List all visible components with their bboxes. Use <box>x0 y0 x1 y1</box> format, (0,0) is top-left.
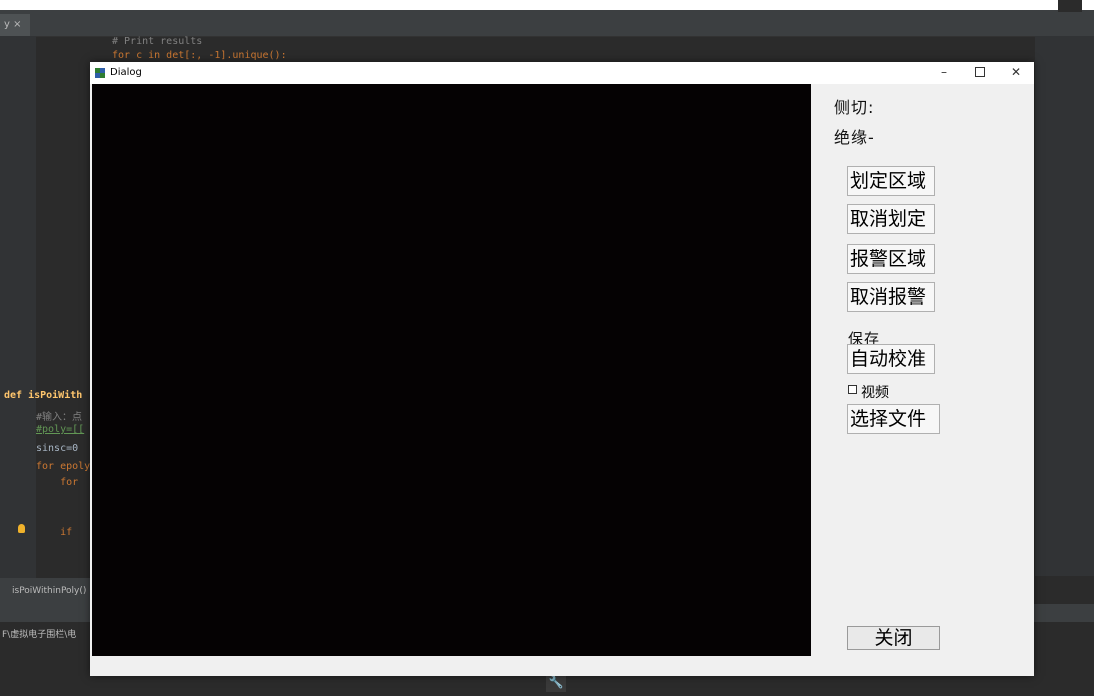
minimize-button[interactable]: – <box>926 62 962 84</box>
ide-topbar <box>0 0 1094 10</box>
detection-label: 侧切: <box>834 98 875 117</box>
ide-editor-tab[interactable]: y × <box>0 14 30 36</box>
maximize-icon <box>975 66 985 77</box>
close-button[interactable]: 关闭 <box>847 626 940 650</box>
app-icon <box>95 68 105 78</box>
close-window-button[interactable]: ✕ <box>998 62 1034 84</box>
code-line: # Print results <box>112 36 203 47</box>
ide-tabstrip <box>0 10 1094 37</box>
code-def-line: def isPoiWith <box>4 390 83 401</box>
alarm-region-button[interactable]: 报警区域 <box>847 244 935 274</box>
crossing-label: 绝缘- <box>834 128 875 147</box>
select-file-button[interactable]: 选择文件 <box>847 404 940 434</box>
video-checkbox[interactable] <box>848 385 857 394</box>
code-line: sinsc=0 <box>36 443 85 454</box>
code-line: for epoly <box>36 461 91 472</box>
ide-right-panel <box>1035 36 1094 576</box>
ide-structure-bar: isPoiWithinPoly() <box>0 578 90 604</box>
cancel-draw-button[interactable]: 取消划定 <box>847 204 935 234</box>
code-line: if <box>36 527 79 538</box>
calibration-button[interactable]: 自动校准 <box>847 344 935 374</box>
ide-function-label[interactable]: isPoiWithinPoly() <box>12 586 86 596</box>
set-region-button[interactable]: 划定区域 <box>847 166 935 196</box>
ide-run-path: F\虚拟电子围栏\电 <box>2 630 77 640</box>
code-line: for <box>36 477 85 488</box>
dialog-titlebar[interactable]: Dialog – ✕ <box>90 62 1034 84</box>
ide-corner-icon <box>1058 0 1082 12</box>
maximize-button[interactable] <box>962 62 998 84</box>
dialog-window: Dialog – ✕ 侧切: 绝缘- 划定区域 取消划定 报警区域 取消报警 保… <box>90 62 1034 676</box>
code-line: for c in det[:, -1].unique(): <box>112 50 287 61</box>
code-line: #输入：点 <box>36 412 83 423</box>
video-display <box>92 84 811 656</box>
cancel-alarm-button[interactable]: 取消报警 <box>847 282 935 312</box>
code-line: #poly=[[ <box>36 424 85 435</box>
ide-gutter <box>0 36 36 636</box>
dialog-title: Dialog <box>110 67 142 78</box>
lightbulb-icon[interactable] <box>18 524 25 533</box>
video-checkbox-label: 视频 <box>861 385 889 401</box>
